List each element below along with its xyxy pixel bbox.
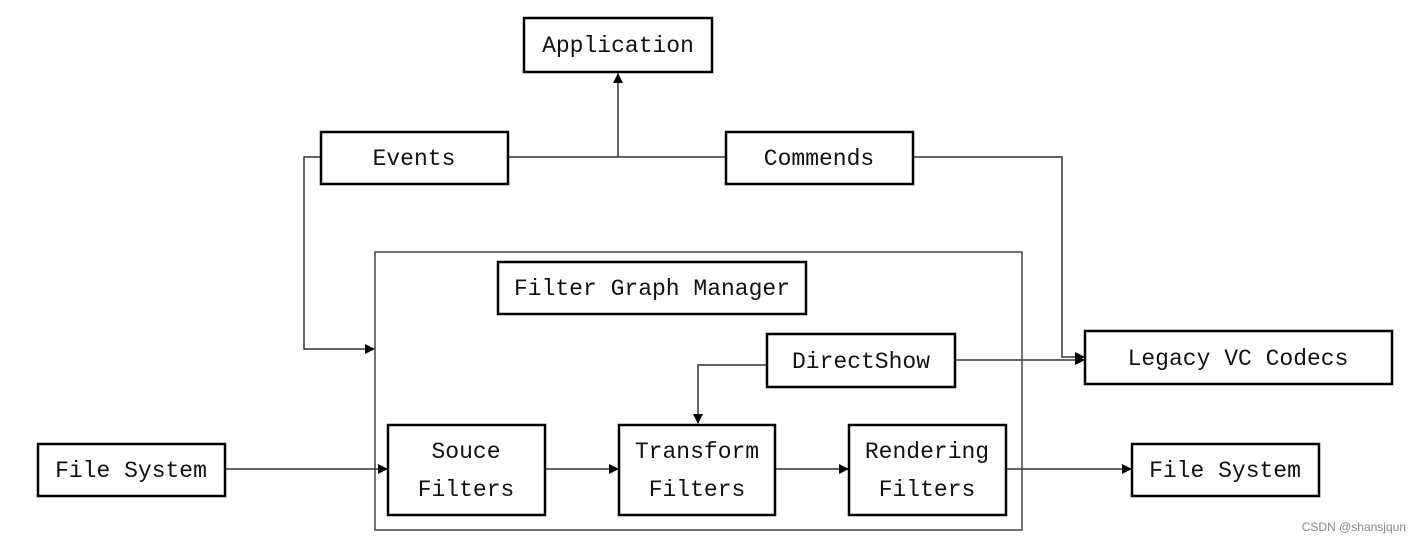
arrow-events-to-manager	[303, 156, 375, 354]
legacy-codecs-node: Legacy VC Codecs	[1083, 329, 1394, 386]
events-node: Events	[319, 130, 510, 186]
directshow-node: DirectShow	[765, 332, 957, 389]
svg-text:Commends: Commends	[764, 146, 874, 172]
svg-text:Filters: Filters	[418, 477, 515, 503]
transform-filters-node: Transform Filters	[617, 423, 777, 517]
svg-text:Rendering: Rendering	[865, 439, 989, 465]
svg-text:DirectShow: DirectShow	[792, 349, 930, 375]
svg-text:Souce: Souce	[431, 439, 500, 465]
svg-text:Transform: Transform	[635, 439, 759, 465]
file-system-input-node: File System	[36, 442, 227, 498]
rendering-filters-node: Rendering Filters	[847, 423, 1008, 517]
svg-text:Filters: Filters	[649, 477, 746, 503]
svg-text:Filter Graph Manager: Filter Graph Manager	[514, 276, 790, 302]
commends-node: Commends	[724, 130, 915, 186]
application-node: Application	[522, 16, 714, 74]
svg-text:Legacy VC Codecs: Legacy VC Codecs	[1128, 346, 1349, 372]
watermark: CSDN @shansjqun	[1302, 520, 1406, 534]
svg-text:Filters: Filters	[879, 477, 976, 503]
svg-text:Application: Application	[542, 33, 694, 59]
directshow-architecture-diagram: Application Events Commends Filter Graph…	[36, 16, 1406, 534]
arrow-directshow-to-transform	[693, 364, 767, 424]
file-system-output-node: File System	[1130, 442, 1321, 498]
svg-text:Events: Events	[373, 146, 456, 172]
filter-graph-manager-node: Filter Graph Manager	[496, 260, 808, 316]
svg-text:File System: File System	[1149, 458, 1301, 484]
arrow-commends-to-codecs	[913, 156, 1085, 362]
source-filters-node: Souce Filters	[386, 423, 547, 517]
svg-text:File System: File System	[55, 458, 207, 484]
